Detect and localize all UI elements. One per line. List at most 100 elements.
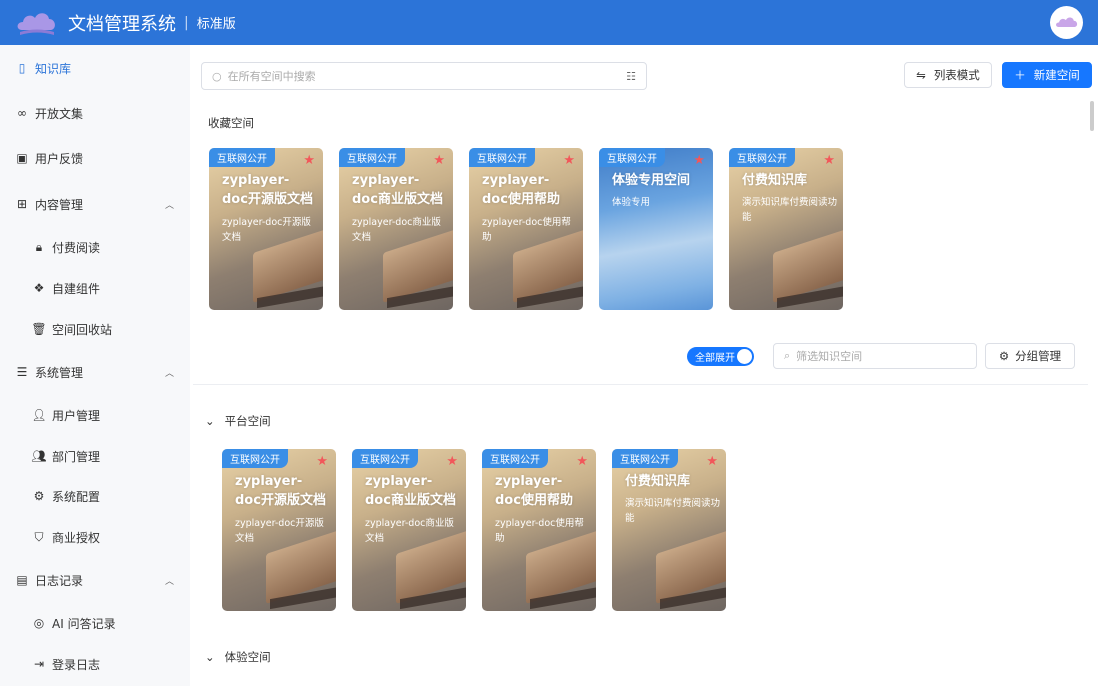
visibility-tag: 互联网公开 bbox=[612, 449, 678, 468]
space-card[interactable]: 互联网公开 ★ zyplayer-doc开源版文档 zyplayer-doc开源版文档 bbox=[209, 148, 323, 310]
space-card[interactable]: 互联网公开 ★ zyplayer-doc商业版文档 zyplayer-doc商业版文档 bbox=[339, 148, 453, 310]
space-card[interactable]: 互联网公开 ★ zyplayer-doc开源版文档 zyplayer-doc开源版文档 bbox=[222, 449, 336, 611]
sidebar-item-label: 商业授权 bbox=[52, 530, 101, 545]
space-card[interactable]: 互联网公开 ★ zyplayer-doc使用帮助 zyplayer-doc使用帮助 bbox=[482, 449, 596, 611]
visibility-tag: 互联网公开 bbox=[339, 148, 405, 167]
space-search-input[interactable]: ○ 在所有空间中搜索 ☷ bbox=[201, 62, 647, 90]
edition-label: 标准版 bbox=[196, 17, 236, 32]
sidebar: ▯ 知识库 ∞ 开放文集 ▣ 用户反馈 ⊞ 内容管理 ︿ 🔒︎ 付费阅读 ❖ 自建组件 🗑︎ 空… bbox=[0, 45, 190, 686]
card-title: zyplayer-doc开源版文档 bbox=[222, 173, 313, 207]
sidebar-item-recycle-bin[interactable]: 🗑︎ 空间回收站 bbox=[0, 309, 190, 349]
filter-spaces-input[interactable]: ⌕ 筛选知识空间 bbox=[773, 343, 977, 369]
sidebar-item-custom-components[interactable]: ❖ 自建组件 bbox=[0, 268, 190, 308]
sidebar-item-label: 开放文集 bbox=[35, 106, 84, 121]
card-description: 体验专用 bbox=[612, 197, 651, 208]
space-card[interactable]: 互联网公开 ★ 付费知识库 演示知识库付费阅读功能 bbox=[729, 148, 843, 310]
advanced-search-icon[interactable]: ☷ bbox=[626, 70, 636, 83]
sliders-icon: ☰ bbox=[16, 365, 28, 379]
sidebar-item-paid-reading[interactable]: 🔒︎ 付费阅读 bbox=[0, 227, 190, 267]
star-icon[interactable]: ★ bbox=[576, 454, 588, 469]
space-card[interactable]: 互联网公开 ★ 付费知识库演示知识库付费阅读功能 bbox=[612, 449, 726, 611]
sidebar-item-label: 付费阅读 bbox=[52, 240, 101, 255]
feedback-icon: ▣ bbox=[16, 151, 28, 165]
app-header: 文档管理系统 | 标准版 bbox=[0, 0, 1098, 45]
sidebar-item-label: 内容管理 bbox=[35, 197, 84, 212]
group-header-experience[interactable]: ⌄ 体验空间 bbox=[205, 649, 271, 665]
card-title: 付费知识库 bbox=[625, 474, 691, 489]
sidebar-item-login-logs[interactable]: ⇥ 登录日志 bbox=[0, 644, 190, 684]
sidebar-item-label: 知识库 bbox=[35, 61, 72, 76]
component-icon: ❖ bbox=[33, 281, 45, 295]
sidebar-item-content-management[interactable]: ⊞ 内容管理 ︿ bbox=[0, 184, 190, 224]
toggle-knob bbox=[737, 349, 752, 364]
space-card[interactable]: 互联网公开 ★ zyplayer-doc商业版文档 zyplayer-doc商业版文档 bbox=[352, 449, 466, 611]
expand-all-toggle[interactable]: 全部展开 bbox=[687, 347, 754, 366]
star-icon[interactable]: ★ bbox=[823, 153, 835, 168]
search-placeholder: 在所有空间中搜索 bbox=[227, 70, 316, 83]
sidebar-item-logs[interactable]: ▤ 日志记录 ︿ bbox=[0, 560, 190, 600]
search-icon: ○ bbox=[212, 69, 222, 83]
avatar-cloud-icon bbox=[1055, 16, 1077, 27]
card-description: 演示知识库付费阅读功能 bbox=[625, 498, 721, 524]
sidebar-item-open-collections[interactable]: ∞ 开放文集 bbox=[0, 93, 190, 133]
card-title: zyplayer-doc使用帮助 bbox=[482, 173, 560, 207]
plus-icon: ＋ bbox=[1014, 68, 1026, 82]
ai-icon: ◎ bbox=[33, 616, 45, 630]
visibility-tag: 互联网公开 bbox=[469, 148, 535, 167]
card-title: zyplayer-doc使用帮助 bbox=[495, 474, 573, 508]
sidebar-item-system-config[interactable]: ⚙ 系统配置 bbox=[0, 476, 190, 516]
star-icon[interactable]: ★ bbox=[303, 153, 315, 168]
grid-icon: ⊞ bbox=[16, 197, 28, 211]
space-card[interactable]: 互联网公开 ★ zyplayer-doc使用帮助 zyplayer-doc使用帮助 bbox=[469, 148, 583, 310]
filter-placeholder: 筛选知识空间 bbox=[796, 350, 863, 363]
group-header-platform[interactable]: ⌄ 平台空间 bbox=[205, 413, 271, 429]
lock-icon: 🔒︎ bbox=[35, 239, 43, 254]
search-icon: ⌕ bbox=[784, 349, 791, 362]
star-icon[interactable]: ★ bbox=[563, 153, 575, 168]
sidebar-item-label: 部门管理 bbox=[52, 449, 101, 464]
user-avatar[interactable] bbox=[1050, 6, 1083, 39]
sidebar-item-label: 用户反馈 bbox=[35, 151, 84, 166]
new-space-button[interactable]: ＋ 新建空间 bbox=[1002, 62, 1092, 88]
new-space-label: 新建空间 bbox=[1033, 68, 1080, 82]
space-card[interactable]: 互联网公开 ★ 体验专用空间 体验专用 bbox=[599, 148, 713, 310]
group-title: 体验空间 bbox=[224, 650, 271, 664]
visibility-tag: 互联网公开 bbox=[482, 449, 548, 468]
main-content: ○ 在所有空间中搜索 ☷ ⇋ 列表模式 ＋新建空间 收藏空间 互联网公开 ★ zyplay… bbox=[193, 45, 1098, 686]
star-icon[interactable]: ★ bbox=[693, 153, 705, 168]
gear-icon: ⚙ bbox=[998, 349, 1010, 363]
sidebar-item-label: 系统管理 bbox=[35, 365, 84, 380]
log-icon: ▤ bbox=[16, 573, 28, 587]
card-description: zyplayer-doc使用帮助 bbox=[482, 217, 571, 243]
visibility-tag: 互联网公开 bbox=[222, 449, 288, 468]
sidebar-item-knowledge-base[interactable]: ▯ 知识库 bbox=[0, 48, 190, 88]
sidebar-item-feedback[interactable]: ▣ 用户反馈 bbox=[0, 138, 190, 178]
chevron-down-icon: ⌄ bbox=[205, 650, 215, 664]
star-icon[interactable]: ★ bbox=[316, 454, 328, 469]
card-description: zyplayer-doc开源版文档 bbox=[235, 518, 324, 544]
chevron-up-icon: ︿ bbox=[164, 200, 174, 211]
card-title: zyplayer-doc商业版文档 bbox=[365, 474, 456, 508]
sidebar-item-label: 日志记录 bbox=[35, 573, 84, 588]
sidebar-item-commercial-license[interactable]: ⛉ 商业授权 bbox=[0, 517, 190, 557]
star-icon[interactable]: ★ bbox=[706, 454, 718, 469]
card-title: zyplayer-doc商业版文档 bbox=[352, 173, 443, 207]
scrollbar[interactable] bbox=[1090, 101, 1094, 131]
sidebar-item-label: 空间回收站 bbox=[52, 322, 113, 337]
login-icon: ⇥ bbox=[33, 657, 45, 671]
chevron-up-icon: ︿ bbox=[164, 576, 174, 587]
shield-icon: ⛉ bbox=[34, 529, 44, 544]
star-icon[interactable]: ★ bbox=[446, 454, 458, 469]
visibility-tag: 互联网公开 bbox=[599, 148, 665, 167]
star-icon[interactable]: ★ bbox=[433, 153, 445, 168]
card-description: zyplayer-doc使用帮助 bbox=[495, 518, 584, 544]
sidebar-item-department-management[interactable]: 👥︎ 部门管理 bbox=[0, 436, 190, 476]
sidebar-item-label: 系统配置 bbox=[52, 489, 101, 504]
group-manage-button[interactable]: ⚙ 分组管理 bbox=[985, 343, 1075, 369]
sidebar-item-system-management[interactable]: ☰ 系统管理 ︿ bbox=[0, 352, 190, 392]
list-mode-button[interactable]: ⇋ 列表模式 bbox=[904, 62, 992, 88]
sidebar-item-user-management[interactable]: 👤︎ 用户管理 bbox=[0, 395, 190, 435]
expand-all-label: 全部展开 bbox=[695, 353, 735, 364]
sidebar-item-ai-qa-logs[interactable]: ◎ AI 问答记录 bbox=[0, 603, 190, 643]
group-title: 平台空间 bbox=[224, 414, 271, 428]
